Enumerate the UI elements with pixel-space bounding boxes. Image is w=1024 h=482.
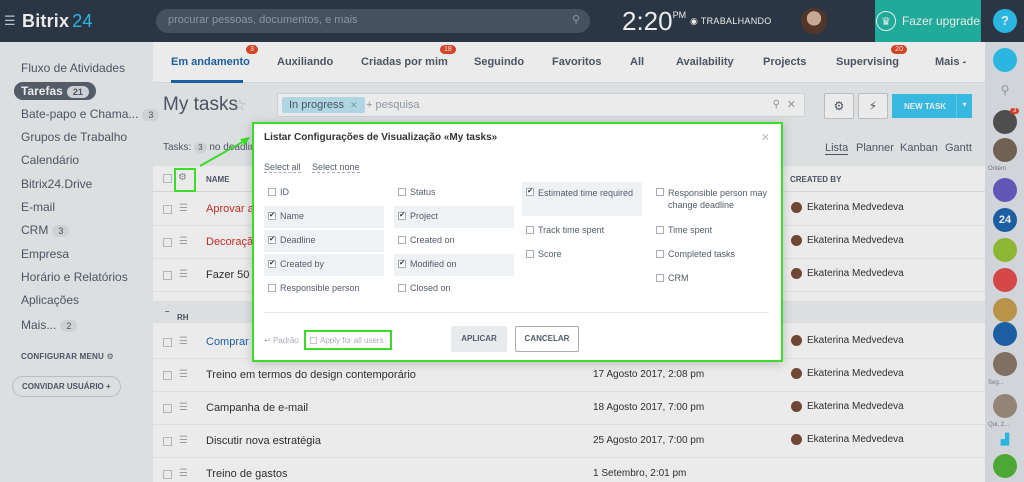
checkbox[interactable]: ✔ [526, 188, 534, 196]
option-created-on[interactable]: Created on [394, 230, 514, 252]
checkbox[interactable] [656, 188, 664, 196]
option-name[interactable]: ✔ Name [264, 206, 384, 228]
dialog-title: Listar Configurações de Visualização «My… [264, 132, 498, 143]
checkbox[interactable] [526, 226, 534, 234]
checkbox[interactable] [398, 188, 406, 196]
option-time-spent[interactable]: Time spent [652, 220, 772, 242]
option-estimated-time[interactable]: ✔ Estimated time required [522, 182, 642, 216]
checkbox[interactable] [656, 274, 664, 282]
option-deadline[interactable]: ✔ Deadline [264, 230, 384, 252]
apply-button[interactable]: APLICAR [451, 326, 507, 352]
close-icon[interactable]: ✕ [761, 131, 770, 144]
option-responsible-person[interactable]: Responsible person [264, 278, 384, 300]
option-closed-on[interactable]: Closed on [394, 278, 514, 300]
option-score[interactable]: Score [522, 244, 642, 266]
undo-icon: ↩ [264, 336, 271, 345]
checkbox[interactable]: ✔ [268, 212, 276, 220]
option-project[interactable]: ✔ Project [394, 206, 514, 228]
apply-for-all-users-checkbox[interactable]: Apply for all users [304, 330, 392, 350]
checkbox[interactable]: ✔ [398, 260, 406, 268]
option-crm[interactable]: CRM [652, 268, 772, 290]
checkbox[interactable] [656, 226, 664, 234]
checkbox[interactable] [398, 236, 406, 244]
dialog-divider [264, 312, 769, 313]
option-created-by[interactable]: ✔ Created by [264, 254, 384, 276]
option-track-time[interactable]: Track time spent [522, 220, 642, 242]
checkbox[interactable]: ✔ [268, 236, 276, 244]
option-id[interactable]: ID [264, 182, 384, 204]
checkbox[interactable] [526, 250, 534, 258]
checkbox[interactable] [310, 337, 317, 344]
checkbox[interactable] [656, 250, 664, 258]
option-completed-tasks[interactable]: Completed tasks [652, 244, 772, 266]
reset-default-link[interactable]: ↩ Padrão [264, 336, 299, 345]
view-settings-dialog: Listar Configurações de Visualização «My… [252, 122, 783, 362]
cancel-button[interactable]: CANCELAR [515, 326, 579, 352]
select-none-link[interactable]: Select none [312, 162, 360, 173]
checkbox[interactable]: ✔ [398, 212, 406, 220]
checkbox[interactable] [398, 284, 406, 292]
checkbox[interactable]: ✔ [268, 260, 276, 268]
option-responsible-may-change-deadline[interactable]: Responsible person may change deadline [652, 182, 772, 216]
option-modified-on[interactable]: ✔ Modified on [394, 254, 514, 276]
checkbox[interactable] [268, 188, 276, 196]
option-status[interactable]: Status [394, 182, 514, 204]
select-all-link[interactable]: Select all [264, 162, 301, 173]
checkbox[interactable] [268, 284, 276, 292]
